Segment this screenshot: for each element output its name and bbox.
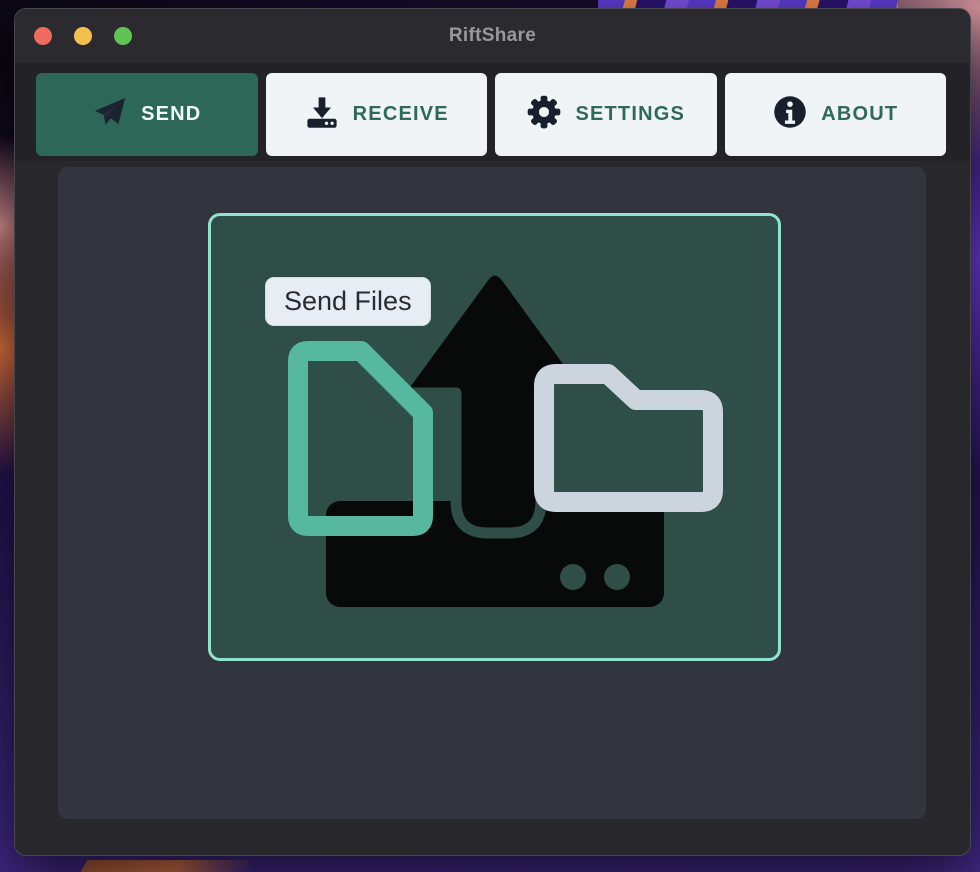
tab-receive-label: RECEIVE [353,103,449,126]
close-button[interactable] [34,27,52,45]
paper-plane-icon [92,94,128,136]
tab-receive[interactable]: RECEIVE [266,73,488,156]
riftshare-window: RiftShare SEND [14,8,971,856]
tab-about-label: ABOUT [821,103,898,126]
tab-send[interactable]: SEND [36,73,258,156]
tab-settings[interactable]: SETTINGS [495,73,717,156]
title-bar[interactable]: RiftShare [15,9,970,63]
minimize-button[interactable] [74,27,92,45]
zoom-button[interactable] [114,27,132,45]
content-panel: Send Files [58,167,926,819]
gear-icon [526,94,562,136]
tab-bar: SEND RECEIVE [15,63,970,161]
send-files-button[interactable]: Send Files [265,277,431,326]
tab-send-label: SEND [141,103,201,126]
wallpaper-accent [81,860,258,872]
tab-settings-label: SETTINGS [575,103,685,126]
window-title: RiftShare [15,9,970,63]
download-tray-icon [304,94,340,136]
info-circle-icon [772,94,808,136]
tab-about[interactable]: ABOUT [725,73,947,156]
file-drop-zone[interactable]: Send Files [208,213,781,661]
